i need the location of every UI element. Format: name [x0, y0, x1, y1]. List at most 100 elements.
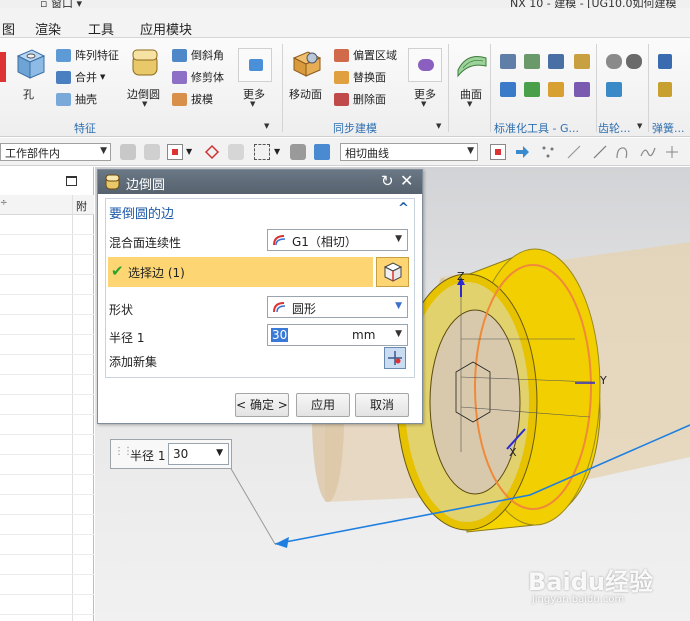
arrow-right-icon[interactable] [514, 144, 530, 160]
delete-face-button[interactable]: 删除面 [334, 91, 386, 107]
chevron-down-icon: ▼ [395, 329, 402, 339]
spring-icon[interactable] [658, 54, 672, 69]
curve-rule-select[interactable]: 相切曲线 ▼ [340, 143, 478, 161]
std-tool-icon[interactable] [548, 82, 564, 97]
chevron-down-icon[interactable]: ▼ [186, 147, 192, 156]
list-item[interactable] [0, 215, 94, 235]
list-item[interactable] [0, 455, 94, 475]
offset-region-icon [334, 48, 349, 62]
std-tool-icon[interactable] [574, 54, 590, 69]
menu-item-render[interactable]: 渲染 [35, 19, 61, 38]
std-tool-icon[interactable] [500, 54, 516, 69]
std-tool-icon[interactable] [524, 54, 540, 69]
check-icon: ✔ [111, 262, 124, 280]
std-tool-icon[interactable] [574, 82, 590, 97]
std-tool-icon[interactable] [548, 54, 564, 69]
menu-item-applications[interactable]: 应用模块 [140, 19, 192, 38]
chevron-down-icon[interactable]: ▼ [274, 147, 280, 156]
list-item[interactable] [0, 555, 94, 575]
close-icon[interactable]: ✕ [400, 171, 413, 190]
feature-group-dropdown-icon[interactable]: ▼ [264, 122, 269, 130]
gear-icon[interactable] [606, 54, 622, 69]
list-item[interactable] [0, 295, 94, 315]
draft-button[interactable]: 拔模 [172, 91, 213, 107]
gear-group-dropdown-icon[interactable]: ▼ [637, 122, 642, 130]
unite-button[interactable]: 合并 ▼ [56, 69, 105, 85]
reset-icon[interactable]: ↻ [381, 172, 394, 190]
shell-button[interactable]: 抽壳 [56, 91, 97, 107]
select-edge-button[interactable] [376, 257, 409, 287]
sync-group-dropdown-icon[interactable]: ▼ [436, 122, 441, 130]
more-sync-icon[interactable] [408, 48, 442, 82]
list-item[interactable] [0, 595, 94, 615]
more-sync-dropdown-icon[interactable]: ▼ [421, 100, 426, 108]
list-item[interactable] [0, 435, 94, 455]
solid-body-icon[interactable] [314, 144, 330, 160]
deselect-icon[interactable] [144, 144, 160, 160]
point-filter-icon[interactable] [204, 144, 220, 160]
maximize-icon[interactable] [66, 176, 77, 186]
more-features-dropdown-icon[interactable]: ▼ [250, 100, 255, 108]
shape-select[interactable]: 圆形 ▼ [267, 296, 408, 318]
snap-point-icon[interactable] [490, 144, 506, 160]
add-new-set-button[interactable] [384, 347, 406, 369]
radius-label: 半径 1 [109, 331, 145, 345]
spline-icon[interactable] [640, 144, 656, 160]
hole-icon[interactable] [14, 46, 46, 80]
replace-face-button[interactable]: 替换面 [334, 69, 386, 85]
edge-blend-icon[interactable] [128, 46, 162, 80]
chamfer-button[interactable]: 倒斜角 [172, 47, 224, 63]
type-filter-select[interactable]: 工作部件内 ▼ [0, 143, 111, 161]
spring-tool-icon[interactable] [658, 82, 672, 97]
ok-button[interactable]: < 确定 > [235, 393, 289, 417]
list-item[interactable] [0, 355, 94, 375]
select-feature-icon[interactable] [120, 144, 136, 160]
gear-icon[interactable] [626, 54, 642, 69]
extrude-icon-partial[interactable] [0, 52, 6, 82]
list-item[interactable] [0, 255, 94, 275]
list-item[interactable] [0, 415, 94, 435]
pattern-feature-button[interactable]: 阵列特征 [56, 47, 119, 63]
menu-item-view-partial[interactable]: 图 [2, 19, 15, 38]
list-item[interactable] [0, 395, 94, 415]
line-icon[interactable] [592, 144, 608, 160]
menu-item-tools[interactable]: 工具 [88, 19, 114, 38]
list-item[interactable] [0, 495, 94, 515]
line-icon[interactable] [566, 144, 582, 160]
more-features-icon[interactable] [238, 48, 272, 82]
trim-body-button[interactable]: 修剪体 [172, 69, 224, 85]
dialog-title-bar[interactable]: 边倒圆 ↻ ✕ [98, 170, 422, 194]
move-face-icon[interactable] [290, 46, 324, 80]
snap-point-icon[interactable] [167, 144, 183, 160]
list-item[interactable] [0, 335, 94, 355]
curve-icon[interactable] [614, 144, 630, 160]
collapse-chevron-icon[interactable]: ^ [398, 201, 409, 216]
offset-region-button[interactable]: 偏置区域 [334, 47, 397, 63]
surface-icon[interactable] [455, 46, 489, 80]
gear-tool-icon[interactable] [606, 82, 622, 97]
curve-filter-icon[interactable] [228, 144, 244, 160]
cancel-button[interactable]: 取消 [355, 393, 409, 417]
continuity-select[interactable]: G1（相切） ▼ [267, 229, 408, 251]
list-item[interactable] [0, 515, 94, 535]
cross-icon[interactable] [664, 144, 680, 160]
std-tool-icon[interactable] [524, 82, 540, 97]
radius-input[interactable]: 30 mm ▼ [267, 324, 408, 346]
list-item[interactable] [0, 475, 94, 495]
list-item[interactable] [0, 235, 94, 255]
list-item[interactable] [0, 535, 94, 555]
apply-button[interactable]: 应用 [296, 393, 350, 417]
rectangle-select-icon[interactable] [254, 144, 270, 160]
eraser-icon[interactable] [290, 144, 306, 160]
baidu-watermark: Baidu经验 jingyan.baidu.com [528, 560, 678, 612]
edge-blend-dropdown-icon[interactable]: ▼ [142, 100, 147, 108]
list-item[interactable] [0, 375, 94, 395]
list-item[interactable] [0, 275, 94, 295]
surface-dropdown-icon[interactable]: ▼ [467, 100, 472, 108]
point-cloud-icon[interactable] [540, 144, 556, 160]
std-tool-icon[interactable] [500, 82, 516, 97]
list-item[interactable] [0, 575, 94, 595]
select-edge-row[interactable]: ✔ 选择边 (1) [108, 257, 373, 287]
popup-radius-input[interactable]: 30 ▼ [168, 443, 229, 465]
list-item[interactable] [0, 315, 94, 335]
